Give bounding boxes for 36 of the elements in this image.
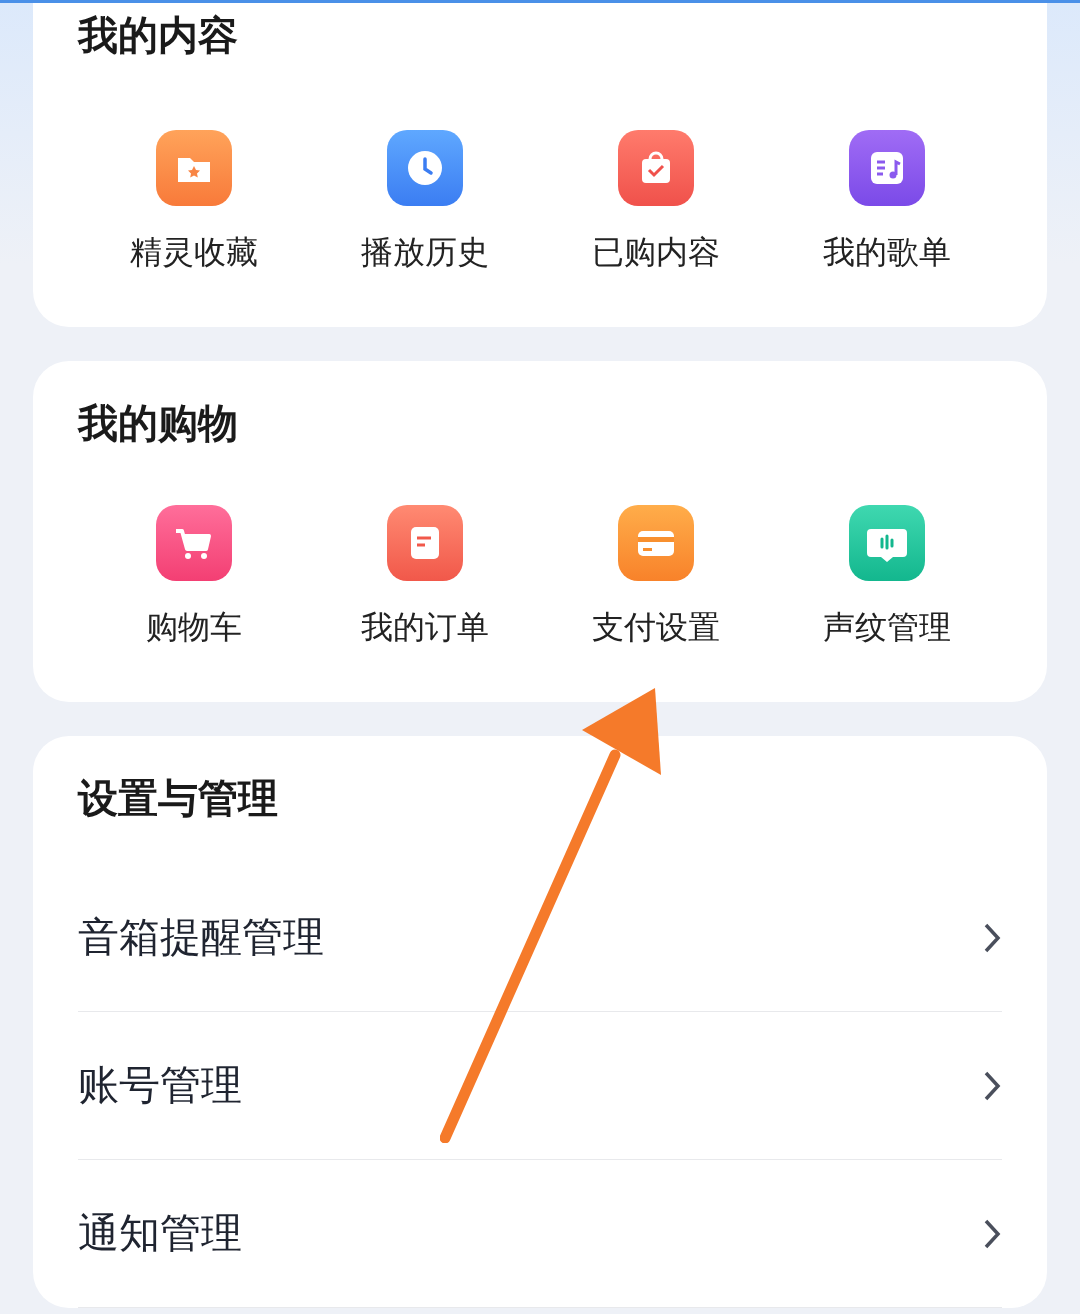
settings-row[interactable]: 账号管理 <box>78 1012 1002 1160</box>
shortcut-label: 声纹管理 <box>822 607 951 647</box>
section-title: 我的内容 <box>78 11 239 59</box>
shortcut-item[interactable]: 我的订单 <box>309 505 540 647</box>
app-icon <box>848 505 925 581</box>
shortcut-label: 播放历史 <box>360 232 489 272</box>
shortcut-label: 支付设置 <box>591 607 720 647</box>
app-icon <box>617 130 694 206</box>
shortcut-item[interactable]: 购物车 <box>78 505 309 647</box>
shortcut-item[interactable]: 支付设置 <box>540 505 771 647</box>
chevron-right-icon <box>982 1217 1002 1250</box>
chevron-right-icon <box>982 921 1002 954</box>
shortcut-label: 购物车 <box>145 607 242 647</box>
shortcut-item[interactable]: 精灵收藏 <box>78 130 309 272</box>
shortcut-label: 已购内容 <box>591 232 720 272</box>
shortcut-item[interactable]: 我的歌单 <box>771 130 1002 272</box>
settings-row[interactable]: 通知管理 <box>78 1160 1002 1308</box>
shortcut-item[interactable]: 已购内容 <box>540 130 771 272</box>
shortcut-item[interactable]: 声纹管理 <box>771 505 1002 647</box>
row-label: 账号管理 <box>78 1060 242 1111</box>
section-title: 设置与管理 <box>78 774 279 822</box>
section-title: 我的购物 <box>78 399 239 447</box>
row-label: 通知管理 <box>78 1208 242 1259</box>
shortcut-label: 精灵收藏 <box>129 232 258 272</box>
app-icon <box>848 130 925 206</box>
app-icon <box>617 505 694 581</box>
app-icon <box>155 130 232 206</box>
settings-row[interactable]: 音箱提醒管理 <box>78 864 1002 1012</box>
app-icon <box>386 130 463 206</box>
shortcut-label: 我的歌单 <box>822 232 951 272</box>
app-icon <box>155 505 232 581</box>
shortcut-item[interactable]: 播放历史 <box>309 130 540 272</box>
app-icon <box>386 505 463 581</box>
row-label: 音箱提醒管理 <box>78 912 324 963</box>
shortcut-label: 我的订单 <box>360 607 489 647</box>
chevron-right-icon <box>982 1069 1002 1102</box>
